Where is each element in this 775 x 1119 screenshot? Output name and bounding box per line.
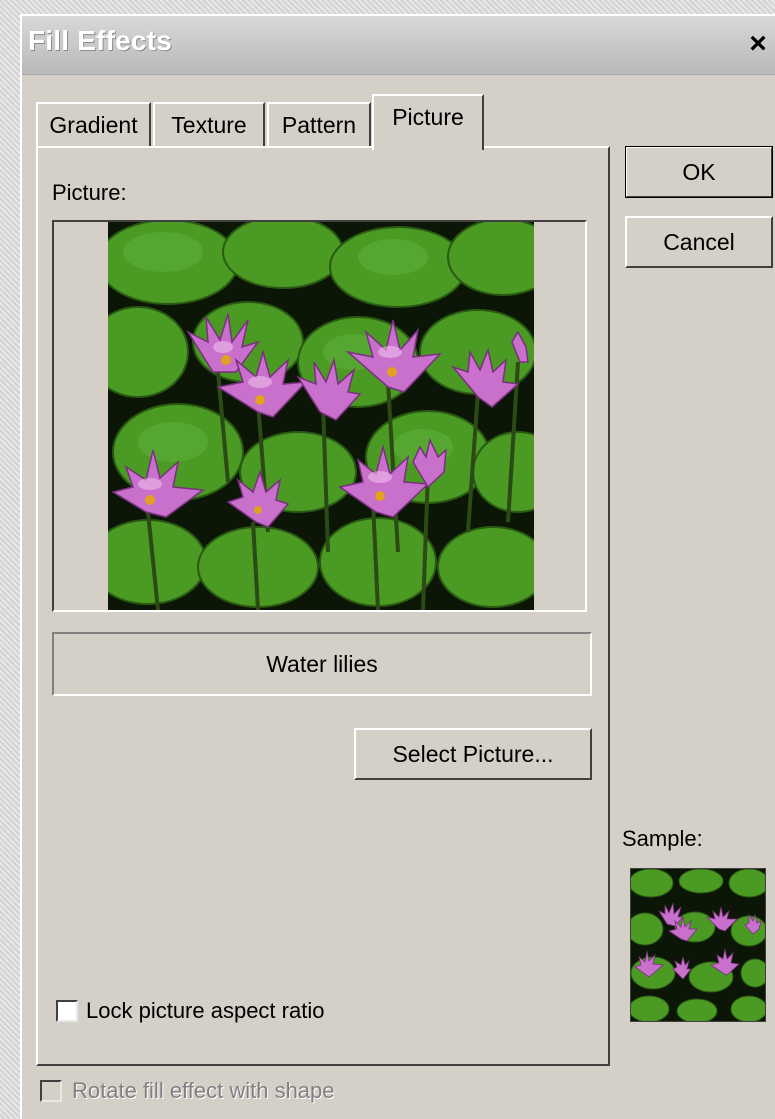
select-picture-button[interactable]: Select Picture... [354, 728, 592, 780]
water-lilies-image [108, 222, 534, 610]
sample-image [631, 869, 765, 1021]
tab-picture[interactable]: Picture [372, 94, 484, 150]
lock-aspect-label[interactable]: Lock picture aspect ratio [86, 998, 324, 1024]
dialog-title: Fill Effects [28, 25, 172, 56]
picture-label: Picture: [52, 180, 127, 205]
tab-pattern[interactable]: Pattern [267, 102, 371, 148]
water-lilies-picture [108, 222, 534, 610]
tab-picture-label: Picture [392, 104, 464, 130]
picture-name-box: Water lilies [52, 632, 592, 696]
lock-aspect-checkbox[interactable] [56, 1000, 78, 1022]
ok-button[interactable]: OK [625, 146, 773, 198]
tab-gradient[interactable]: Gradient [36, 102, 151, 148]
sample-label: Sample: [622, 826, 703, 851]
rotate-fill-checkbox[interactable] [40, 1080, 62, 1102]
cancel-label: Cancel [663, 229, 735, 255]
picture-preview-frame [52, 220, 587, 612]
tab-pattern-label: Pattern [281, 112, 357, 138]
fill-effects-dialog: Fill Effects × Gradient Texture Pattern … [20, 14, 775, 1119]
rotate-fill-label[interactable]: Rotate fill effect with shape [72, 1078, 335, 1104]
tab-texture-label: Texture [171, 112, 247, 138]
tab-gradient-label: Gradient [49, 112, 138, 138]
ok-label: OK [682, 159, 716, 185]
picture-tab-panel: Picture: Water lilies Select Picture... … [36, 146, 610, 1066]
sample-preview [630, 868, 766, 1022]
cancel-button[interactable]: Cancel [625, 216, 773, 268]
select-picture-label: Select Picture... [392, 741, 554, 767]
close-icon[interactable]: × [743, 28, 773, 60]
title-bar[interactable]: Fill Effects × [22, 16, 775, 75]
tab-texture[interactable]: Texture [153, 102, 265, 148]
